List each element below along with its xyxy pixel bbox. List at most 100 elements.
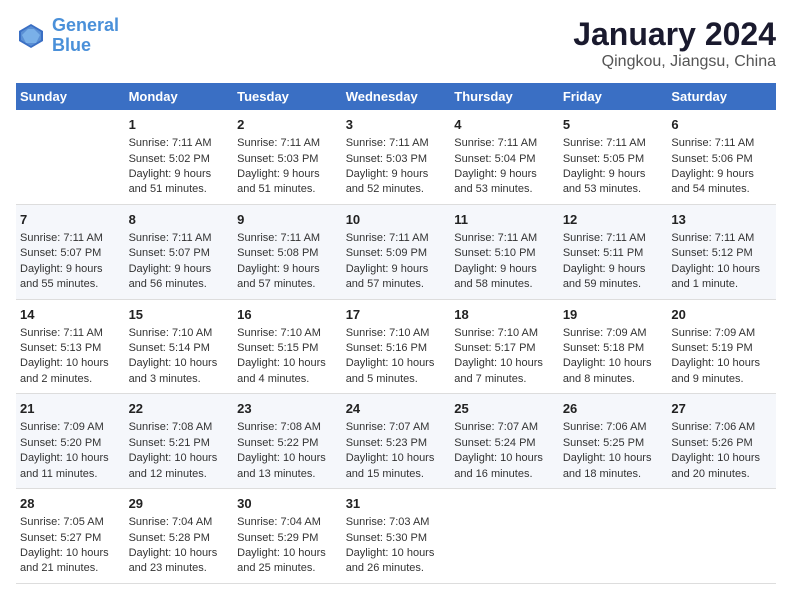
title-block: January 2024 Qingkou, Jiangsu, China bbox=[573, 16, 776, 71]
day-info: Sunrise: 7:11 AMSunset: 5:07 PMDaylight:… bbox=[20, 231, 121, 293]
day-info: Sunrise: 7:09 AMSunset: 5:20 PMDaylight:… bbox=[20, 420, 121, 482]
logo-line1: General bbox=[52, 15, 119, 35]
day-info: Sunrise: 7:06 AMSunset: 5:26 PMDaylight:… bbox=[671, 420, 772, 482]
day-info: Sunrise: 7:06 AMSunset: 5:25 PMDaylight:… bbox=[563, 420, 664, 482]
calendar-header-row: SundayMondayTuesdayWednesdayThursdayFrid… bbox=[16, 83, 776, 110]
calendar-cell: 23Sunrise: 7:08 AMSunset: 5:22 PMDayligh… bbox=[233, 394, 342, 489]
day-info: Sunrise: 7:11 AMSunset: 5:08 PMDaylight:… bbox=[237, 231, 338, 293]
calendar-cell: 14 Sunrise: 7:11 AMSunset: 5:13 PMDayligh… bbox=[16, 299, 125, 394]
calendar-cell: 17Sunrise: 7:10 AMSunset: 5:16 PMDayligh… bbox=[342, 299, 451, 394]
day-info: Sunrise: 7:03 AMSunset: 5:30 PMDaylight:… bbox=[346, 515, 447, 577]
day-number: 30 bbox=[237, 495, 338, 513]
day-number: 4 bbox=[454, 116, 555, 134]
day-info: Sunrise: 7:11 AMSunset: 5:07 PMDaylight:… bbox=[129, 231, 230, 293]
day-info: Sunrise: 7:11 AMSunset: 5:03 PMDaylight:… bbox=[346, 136, 447, 198]
calendar-cell: 1 Sunrise: 7:11 AMSunset: 5:02 PMDaylight… bbox=[125, 110, 234, 204]
calendar-cell: 9 Sunrise: 7:11 AMSunset: 5:08 PMDaylight… bbox=[233, 204, 342, 299]
day-info: Sunrise: 7:10 AMSunset: 5:14 PMDaylight:… bbox=[129, 326, 230, 388]
calendar-cell: 20Sunrise: 7:09 AMSunset: 5:19 PMDayligh… bbox=[667, 299, 776, 394]
day-info: Sunrise: 7:05 AMSunset: 5:27 PMDaylight:… bbox=[20, 515, 121, 577]
logo-icon bbox=[16, 21, 46, 51]
day-number: 19 bbox=[563, 306, 664, 324]
calendar-table: SundayMondayTuesdayWednesdayThursdayFrid… bbox=[16, 83, 776, 584]
day-info: Sunrise: 7:09 AMSunset: 5:18 PMDaylight:… bbox=[563, 326, 664, 388]
header-thursday: Thursday bbox=[450, 83, 559, 110]
day-number: 27 bbox=[671, 400, 772, 418]
day-number: 23 bbox=[237, 400, 338, 418]
calendar-title: January 2024 bbox=[573, 16, 776, 53]
day-info: Sunrise: 7:11 AMSunset: 5:13 PMDaylight:… bbox=[20, 326, 121, 388]
calendar-cell bbox=[667, 489, 776, 584]
day-info: Sunrise: 7:10 AMSunset: 5:17 PMDaylight:… bbox=[454, 326, 555, 388]
calendar-cell bbox=[559, 489, 668, 584]
calendar-cell: 30 Sunrise: 7:04 AMSunset: 5:29 PMDayligh… bbox=[233, 489, 342, 584]
calendar-week-row: 21 Sunrise: 7:09 AMSunset: 5:20 PMDayligh… bbox=[16, 394, 776, 489]
logo-line2: Blue bbox=[52, 35, 91, 55]
day-info: Sunrise: 7:11 AMSunset: 5:10 PMDaylight:… bbox=[454, 231, 555, 293]
day-info: Sunrise: 7:10 AMSunset: 5:16 PMDaylight:… bbox=[346, 326, 447, 388]
day-number: 24 bbox=[346, 400, 447, 418]
day-number: 11 bbox=[454, 211, 555, 229]
calendar-cell: 22 Sunrise: 7:08 AMSunset: 5:21 PMDayligh… bbox=[125, 394, 234, 489]
day-info: Sunrise: 7:11 AMSunset: 5:09 PMDaylight:… bbox=[346, 231, 447, 293]
calendar-cell: 18Sunrise: 7:10 AMSunset: 5:17 PMDayligh… bbox=[450, 299, 559, 394]
calendar-week-row: 14 Sunrise: 7:11 AMSunset: 5:13 PMDayligh… bbox=[16, 299, 776, 394]
day-info: Sunrise: 7:07 AMSunset: 5:24 PMDaylight:… bbox=[454, 420, 555, 482]
logo-text: General Blue bbox=[52, 16, 119, 56]
day-number: 7 bbox=[20, 211, 121, 229]
calendar-cell: 27 Sunrise: 7:06 AMSunset: 5:26 PMDayligh… bbox=[667, 394, 776, 489]
page-header: General Blue January 2024 Qingkou, Jiang… bbox=[16, 16, 776, 71]
calendar-cell: 25Sunrise: 7:07 AMSunset: 5:24 PMDayligh… bbox=[450, 394, 559, 489]
day-number: 5 bbox=[563, 116, 664, 134]
day-info: Sunrise: 7:09 AMSunset: 5:19 PMDaylight:… bbox=[671, 326, 772, 388]
calendar-cell: 29 Sunrise: 7:04 AMSunset: 5:28 PMDayligh… bbox=[125, 489, 234, 584]
calendar-cell: 21 Sunrise: 7:09 AMSunset: 5:20 PMDayligh… bbox=[16, 394, 125, 489]
day-info: Sunrise: 7:11 AMSunset: 5:04 PMDaylight:… bbox=[454, 136, 555, 198]
calendar-cell: 26 Sunrise: 7:06 AMSunset: 5:25 PMDayligh… bbox=[559, 394, 668, 489]
day-number: 15 bbox=[129, 306, 230, 324]
calendar-cell: 2Sunrise: 7:11 AMSunset: 5:03 PMDaylight… bbox=[233, 110, 342, 204]
calendar-cell: 8 Sunrise: 7:11 AMSunset: 5:07 PMDaylight… bbox=[125, 204, 234, 299]
day-info: Sunrise: 7:08 AMSunset: 5:21 PMDaylight:… bbox=[129, 420, 230, 482]
header-monday: Monday bbox=[125, 83, 234, 110]
calendar-cell: 19 Sunrise: 7:09 AMSunset: 5:18 PMDayligh… bbox=[559, 299, 668, 394]
header-saturday: Saturday bbox=[667, 83, 776, 110]
day-number: 14 bbox=[20, 306, 121, 324]
day-number: 3 bbox=[346, 116, 447, 134]
day-number: 1 bbox=[129, 116, 230, 134]
header-sunday: Sunday bbox=[16, 83, 125, 110]
day-number: 13 bbox=[671, 211, 772, 229]
day-number: 21 bbox=[20, 400, 121, 418]
day-number: 9 bbox=[237, 211, 338, 229]
day-number: 29 bbox=[129, 495, 230, 513]
header-tuesday: Tuesday bbox=[233, 83, 342, 110]
calendar-cell: 10Sunrise: 7:11 AMSunset: 5:09 PMDayligh… bbox=[342, 204, 451, 299]
calendar-cell: 3 Sunrise: 7:11 AMSunset: 5:03 PMDaylight… bbox=[342, 110, 451, 204]
calendar-cell bbox=[16, 110, 125, 204]
day-number: 12 bbox=[563, 211, 664, 229]
day-info: Sunrise: 7:10 AMSunset: 5:15 PMDaylight:… bbox=[237, 326, 338, 388]
day-number: 28 bbox=[20, 495, 121, 513]
day-number: 26 bbox=[563, 400, 664, 418]
day-info: Sunrise: 7:04 AMSunset: 5:29 PMDaylight:… bbox=[237, 515, 338, 577]
day-info: Sunrise: 7:11 AMSunset: 5:02 PMDaylight:… bbox=[129, 136, 230, 198]
calendar-cell: 6 Sunrise: 7:11 AMSunset: 5:06 PMDaylight… bbox=[667, 110, 776, 204]
day-info: Sunrise: 7:07 AMSunset: 5:23 PMDaylight:… bbox=[346, 420, 447, 482]
calendar-cell: 28 Sunrise: 7:05 AMSunset: 5:27 PMDayligh… bbox=[16, 489, 125, 584]
calendar-cell: 13 Sunrise: 7:11 AMSunset: 5:12 PMDayligh… bbox=[667, 204, 776, 299]
day-number: 8 bbox=[129, 211, 230, 229]
day-number: 6 bbox=[671, 116, 772, 134]
day-number: 2 bbox=[237, 116, 338, 134]
calendar-cell: 7 Sunrise: 7:11 AMSunset: 5:07 PMDaylight… bbox=[16, 204, 125, 299]
calendar-week-row: 1 Sunrise: 7:11 AMSunset: 5:02 PMDaylight… bbox=[16, 110, 776, 204]
calendar-subtitle: Qingkou, Jiangsu, China bbox=[573, 53, 776, 71]
header-wednesday: Wednesday bbox=[342, 83, 451, 110]
day-number: 31 bbox=[346, 495, 447, 513]
calendar-cell: 5Sunrise: 7:11 AMSunset: 5:05 PMDaylight… bbox=[559, 110, 668, 204]
calendar-week-row: 7 Sunrise: 7:11 AMSunset: 5:07 PMDaylight… bbox=[16, 204, 776, 299]
day-number: 22 bbox=[129, 400, 230, 418]
calendar-week-row: 28 Sunrise: 7:05 AMSunset: 5:27 PMDayligh… bbox=[16, 489, 776, 584]
day-info: Sunrise: 7:11 AMSunset: 5:12 PMDaylight:… bbox=[671, 231, 772, 293]
day-info: Sunrise: 7:04 AMSunset: 5:28 PMDaylight:… bbox=[129, 515, 230, 577]
day-info: Sunrise: 7:11 AMSunset: 5:06 PMDaylight:… bbox=[671, 136, 772, 198]
